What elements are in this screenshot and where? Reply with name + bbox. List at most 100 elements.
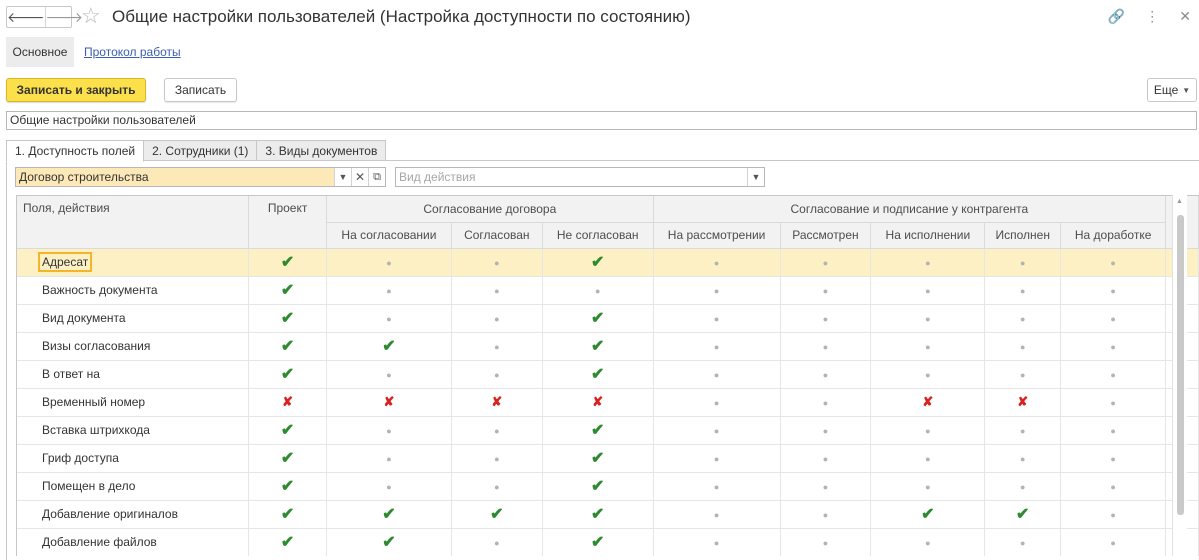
availability-cell[interactable]: ● [780,276,872,305]
availability-cell[interactable]: ✔ [542,360,654,389]
availability-cell[interactable]: ✔ [248,444,327,473]
availability-cell[interactable]: ● [870,528,986,556]
field-name-cell[interactable]: Временный номер [17,388,250,417]
table-row[interactable]: Добавление файлов ✔ ✔ ● ✔ ● ● ● ● ● [17,528,1199,556]
availability-cell[interactable]: ● [870,248,986,277]
availability-cell[interactable]: ● [984,248,1062,277]
section-tab-main[interactable]: Основное [6,37,74,67]
field-name-cell[interactable]: Адресат [17,248,250,277]
field-name-cell[interactable]: Добавление оригиналов [17,500,250,529]
availability-cell[interactable]: ● [1060,500,1167,529]
availability-cell[interactable]: ✘ [326,388,452,417]
availability-cell[interactable]: ● [984,416,1062,445]
availability-cell[interactable]: ● [780,304,872,333]
availability-cell[interactable]: ● [653,500,781,529]
availability-cell[interactable]: ● [780,248,872,277]
field-name-cell[interactable]: Вставка штрихкода [17,416,250,445]
availability-cell[interactable]: ● [653,388,781,417]
availability-cell[interactable]: ● [780,528,872,556]
clear-icon[interactable]: ✕ [351,168,368,186]
column-header[interactable]: Рассмотрен [780,222,872,249]
availability-cell[interactable]: ✔ [984,500,1062,529]
close-icon[interactable]: ✕ [1179,8,1191,25]
table-row[interactable]: Визы согласования ✔ ✔ ● ✔ ● ● ● ● ● [17,332,1199,361]
availability-cell[interactable]: ● [653,528,781,556]
availability-cell[interactable]: ● [1060,276,1167,305]
availability-cell[interactable]: ● [780,472,872,501]
availability-cell[interactable]: ● [326,472,452,501]
availability-cell[interactable]: ● [984,304,1062,333]
availability-cell[interactable]: ✔ [542,528,654,556]
tab-field-availability[interactable]: 1. Доступность полей [6,140,145,162]
availability-cell[interactable]: ● [984,528,1062,556]
availability-cell[interactable]: ● [780,416,872,445]
column-header[interactable]: На исполнении [870,222,986,249]
availability-cell[interactable]: ● [984,332,1062,361]
field-name-cell[interactable]: Добавление файлов [17,528,250,556]
field-name-cell[interactable]: Помещен в дело [17,472,250,501]
availability-cell[interactable]: ● [1060,332,1167,361]
availability-cell[interactable]: ● [1060,472,1167,501]
availability-cell[interactable]: ● [326,444,452,473]
availability-cell[interactable]: ● [1060,444,1167,473]
table-row[interactable]: В ответ на ✔ ● ● ✔ ● ● ● ● ● [17,360,1199,389]
availability-cell[interactable]: ✔ [248,472,327,501]
availability-cell[interactable]: ✘ [984,388,1062,417]
availability-cell[interactable]: ✔ [542,332,654,361]
save-and-close-button[interactable]: Записать и закрыть [6,78,146,102]
availability-cell[interactable]: ● [984,472,1062,501]
availability-cell[interactable]: ● [451,416,543,445]
availability-cell[interactable]: ● [451,276,543,305]
availability-cell[interactable]: ● [451,444,543,473]
forward-arrow-icon[interactable]: 🡒 [44,7,83,27]
open-icon[interactable]: ⧉ [368,168,385,186]
table-row[interactable]: Гриф доступа ✔ ● ● ✔ ● ● ● ● ● [17,444,1199,473]
availability-cell[interactable]: ✔ [326,332,452,361]
availability-cell[interactable]: ● [870,332,986,361]
availability-cell[interactable]: ● [451,528,543,556]
availability-cell[interactable]: ✔ [248,304,327,333]
availability-cell[interactable]: ● [870,472,986,501]
table-row[interactable]: Временный номер ✘ ✘ ✘ ✘ ● ● ✘ ✘ ● [17,388,1199,417]
availability-cell[interactable]: ● [870,360,986,389]
availability-cell[interactable]: ● [653,360,781,389]
tab-employees[interactable]: 2. Сотрудники (1) [143,140,258,161]
availability-cell[interactable]: ● [780,332,872,361]
column-header[interactable]: Согласован [451,222,543,249]
availability-cell[interactable]: ● [984,276,1062,305]
table-row[interactable]: Помещен в дело ✔ ● ● ✔ ● ● ● ● ● [17,472,1199,501]
field-name-cell[interactable]: Вид документа [17,304,250,333]
tab-document-types[interactable]: 3. Виды документов [256,140,387,161]
availability-cell[interactable]: ● [451,332,543,361]
action-type-select[interactable]: Вид действия ▼ [395,167,765,187]
section-tab-log[interactable]: Протокол работы [84,45,181,59]
contract-type-select[interactable]: Договор строительства ▼ ✕ ⧉ [15,167,386,187]
availability-cell[interactable]: ● [451,304,543,333]
more-button[interactable]: Еще ▼ [1147,78,1197,102]
more-vertical-icon[interactable]: ⋮ [1145,8,1159,25]
availability-cell[interactable]: ✔ [248,248,327,277]
availability-cell[interactable]: ✔ [248,416,327,445]
availability-cell[interactable]: ✘ [870,388,986,417]
availability-cell[interactable]: ✔ [248,500,327,529]
availability-cell[interactable]: ✘ [451,388,543,417]
availability-cell[interactable]: ● [870,276,986,305]
availability-cell[interactable]: ✔ [451,500,543,529]
availability-cell[interactable]: ● [326,416,452,445]
back-arrow-icon[interactable]: 🡐 [7,7,45,27]
field-name-cell[interactable]: Важность документа [17,276,250,305]
scroll-up-icon[interactable]: ▲ [1176,198,1183,205]
availability-cell[interactable]: ● [653,472,781,501]
table-row[interactable]: Вставка штрихкода ✔ ● ● ✔ ● ● ● ● ● [17,416,1199,445]
fields-column-header[interactable]: Поля, действия [17,196,250,249]
availability-cell[interactable]: ✘ [248,388,327,417]
project-column-header[interactable]: Проект [248,196,327,249]
availability-cell[interactable]: ● [1060,304,1167,333]
availability-cell[interactable]: ● [780,500,872,529]
availability-cell[interactable]: ● [653,248,781,277]
settings-name-field[interactable]: Общие настройки пользователей [6,111,1197,130]
column-header[interactable]: Не согласован [542,222,654,249]
availability-cell[interactable]: ✘ [542,388,654,417]
action-type-placeholder[interactable]: Вид действия [396,168,747,186]
availability-cell[interactable]: ● [1060,360,1167,389]
